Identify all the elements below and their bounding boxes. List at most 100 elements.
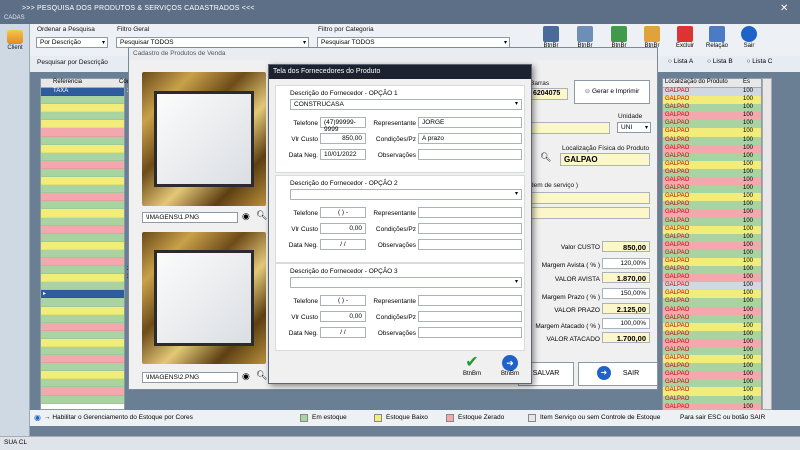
cost-field[interactable]: 850,00 bbox=[320, 133, 366, 144]
table-row[interactable] bbox=[41, 363, 124, 372]
table-row[interactable] bbox=[41, 330, 124, 339]
wholesale-value-field[interactable]: 1.700,00 bbox=[602, 332, 650, 343]
conditions-field[interactable] bbox=[418, 223, 522, 234]
supplier-1-select[interactable]: CONSTRUCASA ▾ bbox=[290, 99, 522, 110]
location-row[interactable]: GALPAO 100 bbox=[663, 282, 761, 291]
supplier-3-select[interactable]: ▾ bbox=[290, 277, 522, 288]
exit-dialog-button[interactable]: ➜ SAIR bbox=[578, 362, 658, 386]
table-row[interactable] bbox=[41, 241, 124, 250]
back-button[interactable]: ➜ BtnBm bbox=[497, 355, 523, 379]
location-row[interactable]: GALPAO 100 bbox=[663, 363, 761, 372]
search-icon[interactable]: 🔍︎ bbox=[540, 152, 551, 163]
representative-field[interactable] bbox=[418, 295, 522, 306]
location-row[interactable]: GALPAO 100 bbox=[663, 193, 761, 202]
location-row[interactable]: GALPAO 100 bbox=[663, 112, 761, 121]
table-row[interactable] bbox=[41, 96, 124, 105]
table-row[interactable] bbox=[41, 379, 124, 388]
location-grid[interactable]: Localização do Produto Es GALPAO 100 GALPAO… bbox=[662, 78, 762, 412]
location-row[interactable]: GALPAO 100 bbox=[663, 298, 761, 307]
image-path-1[interactable]: \IMAGENS\1.PNG bbox=[142, 212, 238, 223]
date-field[interactable]: / / bbox=[320, 239, 366, 250]
representative-field[interactable]: JORGE bbox=[418, 117, 522, 128]
camera-icon[interactable]: ◉ bbox=[242, 211, 250, 222]
table-row[interactable] bbox=[41, 347, 124, 356]
notes-field[interactable] bbox=[418, 149, 522, 160]
clients-button[interactable]: Client bbox=[2, 30, 28, 60]
table-row[interactable] bbox=[41, 395, 124, 404]
radio-selected-icon[interactable]: ◉ bbox=[34, 413, 41, 422]
location-row[interactable]: GALPAO 100 bbox=[663, 249, 761, 258]
location-row[interactable]: GALPAO 100 bbox=[663, 330, 761, 339]
service-field-1[interactable] bbox=[530, 192, 650, 204]
location-row[interactable]: GALPAO 100 bbox=[663, 266, 761, 275]
location-row[interactable]: GALPAO 100 bbox=[663, 217, 761, 226]
cost-field[interactable]: 0,00 bbox=[320, 311, 366, 322]
location-row[interactable]: GALPAO 100 bbox=[663, 160, 761, 169]
conditions-field[interactable] bbox=[418, 311, 522, 322]
location-row[interactable]: GALPAO 100 bbox=[663, 185, 761, 194]
location-row[interactable]: GALPAO 100 bbox=[663, 338, 761, 347]
radio-list-c[interactable]: ○ Lista C bbox=[746, 58, 778, 65]
table-row[interactable] bbox=[41, 217, 124, 226]
table-row[interactable] bbox=[41, 193, 124, 202]
location-row[interactable]: GALPAO 100 bbox=[663, 225, 761, 234]
table-row[interactable] bbox=[41, 160, 124, 169]
table-row[interactable] bbox=[41, 201, 124, 210]
location-row[interactable]: GALPAO 100 bbox=[663, 290, 761, 299]
table-row[interactable]: TAXA2 bbox=[41, 88, 130, 97]
table-row[interactable] bbox=[41, 168, 124, 178]
representative-field[interactable] bbox=[418, 207, 522, 218]
exit-button[interactable]: Sair bbox=[736, 24, 762, 60]
search-icon[interactable]: 🔍︎ bbox=[256, 210, 267, 221]
location-row[interactable]: GALPAO 100 bbox=[663, 201, 761, 210]
table-row[interactable] bbox=[41, 209, 124, 218]
search-icon[interactable]: 🔍︎ bbox=[256, 370, 267, 381]
table-row[interactable] bbox=[41, 282, 124, 291]
location-row[interactable]: GALPAO 100 bbox=[663, 379, 761, 388]
table-row[interactable] bbox=[41, 177, 124, 186]
table-row[interactable] bbox=[41, 104, 124, 113]
product-grid[interactable]: ReferenciaCód TAXA2 2 3 ▸ bbox=[40, 78, 130, 410]
table-row[interactable] bbox=[41, 387, 124, 396]
location-row[interactable]: GALPAO 100 bbox=[663, 395, 761, 404]
cost-field[interactable]: 0,00 bbox=[320, 223, 366, 234]
location-row[interactable]: GALPAO 100 bbox=[663, 274, 761, 283]
date-field[interactable]: / / bbox=[320, 327, 366, 338]
location-row[interactable]: GALPAO 100 bbox=[663, 306, 761, 315]
service-field-2[interactable] bbox=[530, 207, 650, 219]
location-row[interactable]: GALPAO 100 bbox=[663, 314, 761, 323]
table-row[interactable] bbox=[41, 314, 124, 323]
cash-value-field[interactable]: 1.870,00 bbox=[602, 272, 650, 283]
location-row[interactable]: GALPAO 100 bbox=[663, 209, 761, 218]
table-row[interactable] bbox=[41, 185, 124, 194]
notes-field[interactable] bbox=[418, 327, 522, 338]
table-row[interactable] bbox=[41, 355, 124, 364]
location-row[interactable]: GALPAO 100 bbox=[663, 104, 761, 113]
location-row[interactable]: GALPAO 100 bbox=[663, 120, 761, 129]
vertical-scrollbar[interactable] bbox=[762, 78, 772, 410]
report-button[interactable]: Relação bbox=[704, 24, 730, 60]
phone-field[interactable]: (47)99999-9999 bbox=[320, 117, 366, 133]
barcode-field[interactable]: 6204075 bbox=[530, 88, 568, 100]
location-row[interactable]: GALPAO 100 bbox=[663, 152, 761, 161]
location-row[interactable]: GALPAO 100 bbox=[663, 241, 761, 250]
table-row[interactable] bbox=[41, 144, 124, 153]
location-row[interactable]: GALPAO 100 bbox=[663, 144, 761, 153]
location-row[interactable]: GALPAO 100 bbox=[663, 96, 761, 105]
table-row[interactable] bbox=[41, 233, 124, 242]
location-row[interactable]: GALPAO 100 bbox=[663, 257, 761, 267]
radio-list-b[interactable]: ○ Lista B bbox=[707, 58, 739, 65]
location-row[interactable]: GALPAO 100 bbox=[663, 355, 761, 364]
generate-print-button[interactable]: ⊖ Gerar e Imprimir bbox=[574, 80, 650, 104]
margin-wholesale-field[interactable]: 100,00% bbox=[602, 318, 650, 329]
location-row[interactable]: GALPAO 100 bbox=[663, 233, 761, 242]
location-row[interactable]: GALPAO 100 bbox=[663, 347, 761, 356]
table-row[interactable] bbox=[41, 120, 124, 129]
table-row[interactable] bbox=[41, 128, 124, 137]
cost-field[interactable]: 850,00 bbox=[602, 241, 650, 252]
location-row[interactable]: GALPAO 100 bbox=[663, 88, 761, 97]
radio-list-a[interactable]: ○ Lista A bbox=[668, 58, 699, 65]
delete-button[interactable]: Excluir bbox=[672, 24, 698, 60]
window-close-icon[interactable]: ✕ bbox=[780, 3, 788, 14]
margin-cash-field[interactable]: 120,00% bbox=[602, 258, 650, 269]
